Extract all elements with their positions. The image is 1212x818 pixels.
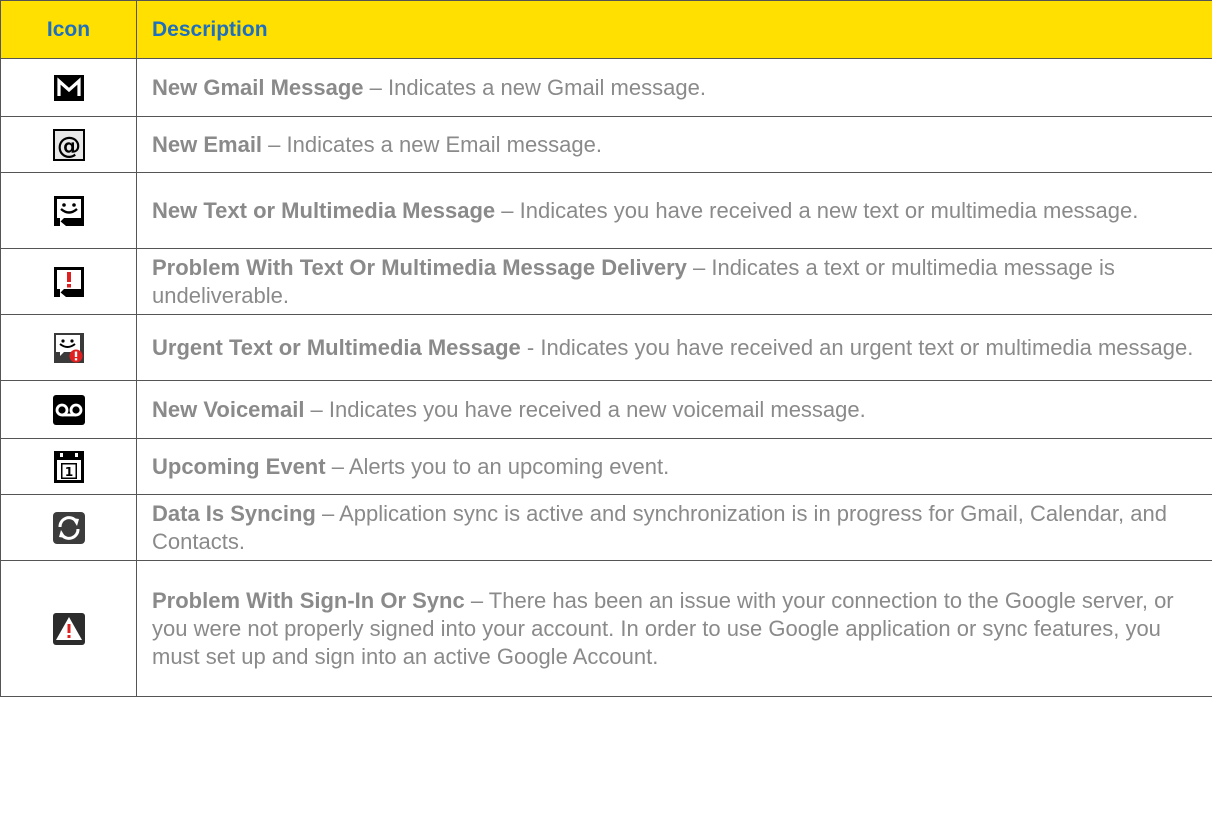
- row-title: Upcoming Event: [152, 453, 326, 479]
- row-text: Alerts you to an upcoming event.: [348, 453, 670, 479]
- table-row: Problem With Text Or Multimedia Message …: [0, 248, 1212, 315]
- row-title: New Email: [152, 131, 263, 157]
- row-title: Urgent Text or Multimedia Message: [152, 334, 521, 360]
- row-title: Problem With Text Or Multimedia Message …: [152, 254, 687, 280]
- row-separator: -: [520, 334, 541, 360]
- text-message-icon: [51, 193, 87, 229]
- icon-cell: [0, 494, 137, 561]
- voicemail-icon: [51, 392, 87, 428]
- row-title: Problem With Sign-In Or Sync: [152, 587, 465, 613]
- row-separator: –: [304, 396, 329, 422]
- description-cell: Problem With Sign-In Or Sync – There has…: [136, 560, 1212, 697]
- row-title: New Gmail Message: [152, 74, 364, 100]
- message-problem-icon: [51, 264, 87, 300]
- icon-cell: [0, 314, 137, 381]
- row-separator: –: [325, 453, 349, 479]
- calendar-event-icon: 1: [51, 449, 87, 485]
- icon-cell: [0, 380, 137, 439]
- table-row: New Voicemail – Indicates you have recei…: [0, 380, 1212, 439]
- table-row: New Gmail Message – Indicates a new Gmai…: [0, 58, 1212, 117]
- warning-triangle-icon: [51, 611, 87, 647]
- sync-icon: [51, 510, 87, 546]
- urgent-message-icon: [51, 330, 87, 366]
- svg-text:1: 1: [64, 465, 72, 479]
- icon-cell: [0, 560, 137, 697]
- row-separator: –: [363, 74, 389, 100]
- row-separator: –: [262, 131, 287, 157]
- description-cell: New Gmail Message – Indicates a new Gmai…: [136, 58, 1212, 117]
- icon-cell: [0, 58, 137, 117]
- row-text: Indicates you have received a new text o…: [519, 197, 1139, 223]
- description-cell: New Email – Indicates a new Email messag…: [136, 116, 1212, 173]
- description-cell: Data Is Syncing – Application sync is ac…: [136, 494, 1212, 561]
- description-cell: Upcoming Event – Alerts you to an upcomi…: [136, 438, 1212, 495]
- row-title: New Text or Multimedia Message: [152, 197, 496, 223]
- description-cell: Problem With Text Or Multimedia Message …: [136, 248, 1212, 315]
- gmail-icon: [51, 70, 87, 106]
- icon-cell: [0, 172, 137, 249]
- icon-cell: @: [0, 116, 137, 173]
- row-text: Indicates you have received a new voicem…: [328, 396, 866, 422]
- table-row: Data Is Syncing – Application sync is ac…: [0, 494, 1212, 561]
- table-row: New Text or Multimedia Message – Indicat…: [0, 172, 1212, 249]
- svg-text:@: @: [57, 132, 81, 160]
- description-cell: Urgent Text or Multimedia Message - Indi…: [136, 314, 1212, 381]
- row-text: Indicates you have received an urgent te…: [540, 334, 1194, 360]
- row-text: Indicates a new Gmail message.: [388, 74, 706, 100]
- header-icon-column: Icon: [0, 0, 137, 59]
- row-title: Data Is Syncing: [152, 500, 316, 526]
- description-cell: New Text or Multimedia Message – Indicat…: [136, 172, 1212, 249]
- status-icon-table: Icon Description New Gmail Message – Ind…: [0, 0, 1212, 697]
- table-row: Urgent Text or Multimedia Message - Indi…: [0, 314, 1212, 381]
- table-row: @ New Email – Indicates a new Email mess…: [0, 116, 1212, 173]
- row-separator: –: [315, 500, 340, 526]
- row-separator: –: [464, 587, 489, 613]
- row-separator: –: [686, 254, 712, 280]
- icon-cell: 1: [0, 438, 137, 495]
- description-cell: New Voicemail – Indicates you have recei…: [136, 380, 1212, 439]
- row-title: New Voicemail: [152, 396, 305, 422]
- row-separator: –: [495, 197, 520, 223]
- email-at-icon: @: [51, 127, 87, 163]
- table-header-row: Icon Description: [0, 0, 1212, 59]
- table-row: Problem With Sign-In Or Sync – There has…: [0, 560, 1212, 697]
- icon-cell: [0, 248, 137, 315]
- row-text: Indicates a new Email message.: [286, 131, 603, 157]
- header-description-column: Description: [136, 0, 1212, 59]
- table-row: 1 Upcoming Event – Alerts you to an upco…: [0, 438, 1212, 495]
